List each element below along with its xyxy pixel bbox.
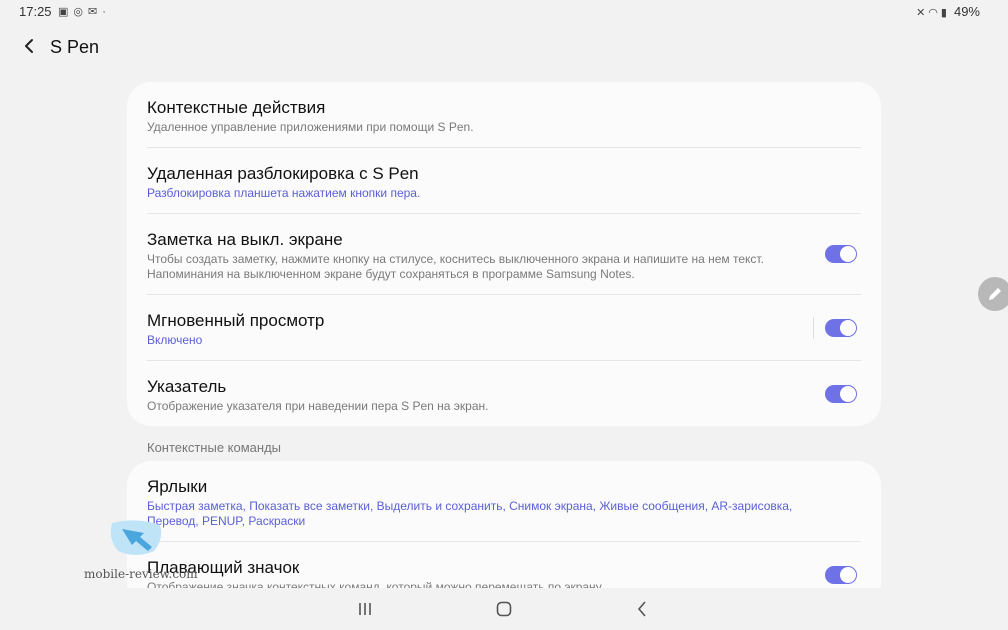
dot-icon: · (102, 6, 111, 18)
setting-title: Указатель (147, 377, 227, 396)
setting-subtitle: Удаленное управление приложениями при по… (147, 120, 474, 134)
setting-title: Заметка на выкл. экране (147, 230, 343, 249)
gallery-icon: ▣ (58, 6, 74, 18)
vertical-separator (813, 317, 814, 339)
battery-level: 49% (953, 4, 980, 19)
watermark-text: mobile-review.com (84, 567, 198, 581)
setting-subtitle: Отображение указателя при наведении пера… (147, 399, 489, 413)
setting-air-view[interactable]: Мгновенный просмотр Включено (127, 295, 881, 361)
setting-title: Мгновенный просмотр (147, 311, 325, 330)
setting-subtitle: Разблокировка планшета нажатием кнопки п… (147, 186, 421, 200)
status-bar: 17:25 ▣◎✉· ✕◠▮ 49% (0, 0, 1008, 24)
setting-air-actions[interactable]: Контекстные действия Удаленное управлени… (127, 82, 881, 148)
setting-pointer[interactable]: Указатель Отображение указателя при наве… (127, 361, 881, 426)
floating-icon-toggle[interactable] (825, 566, 857, 584)
toggle-knob (840, 567, 856, 583)
app-header: S Pen (0, 30, 1008, 64)
mute-icon: ✕ (916, 7, 929, 19)
pointer-toggle[interactable] (825, 385, 857, 403)
watermark-logo (108, 517, 166, 559)
setting-subtitle-line1: Быстрая заметка, Показать все заметки, В… (147, 499, 793, 513)
toggle-knob (840, 246, 856, 262)
air-view-toggle[interactable] (825, 319, 857, 337)
setting-subtitle: Включено (147, 333, 203, 347)
setting-subtitle-line2: Перевод, PENUP, Раскраски (147, 514, 306, 528)
wifi-icon: ◠ (928, 7, 941, 19)
recents-icon[interactable] (355, 599, 375, 619)
setting-subtitle-line1: Чтобы создать заметку, нажмите кнопку на… (147, 252, 764, 266)
instagram-icon: ◎ (73, 6, 89, 18)
back-icon[interactable] (632, 599, 652, 619)
settings-card: Контекстные действия Удаленное управлени… (127, 82, 881, 426)
navigation-bar (0, 588, 1008, 630)
setting-title: Ярлыки (147, 477, 208, 496)
back-arrow-icon[interactable] (20, 36, 40, 56)
toggle-knob (840, 320, 856, 336)
signal-icon: ▮ (940, 7, 950, 19)
setting-screen-off-memo[interactable]: Заметка на выкл. экране Чтобы создать за… (127, 214, 881, 295)
setting-title: Удаленная разблокировка с S Pen (147, 164, 419, 183)
setting-title: Контекстные действия (147, 98, 326, 117)
screen-off-memo-toggle[interactable] (825, 245, 857, 263)
status-time: 17:25 (19, 4, 52, 19)
status-system-icons: ✕◠▮ (916, 7, 950, 19)
toggle-knob (840, 386, 856, 402)
setting-shortcuts[interactable]: Ярлыки Быстрая заметка, Показать все зам… (127, 461, 881, 542)
setting-remote-unlock[interactable]: Удаленная разблокировка с S Pen Разблоки… (127, 148, 881, 214)
pen-icon (989, 288, 1001, 300)
status-right: ✕◠▮ 49% (916, 4, 980, 19)
page-title: S Pen (50, 37, 100, 57)
notification-icon: ✉ (88, 6, 103, 18)
setting-subtitle-line2: Напоминания на выключенном экране будут … (147, 267, 635, 281)
floating-pen-button[interactable] (978, 277, 1008, 311)
status-notification-icons: ▣◎✉· (58, 5, 111, 18)
home-icon[interactable] (494, 599, 514, 619)
section-header-commands: Контекстные команды (147, 440, 282, 455)
